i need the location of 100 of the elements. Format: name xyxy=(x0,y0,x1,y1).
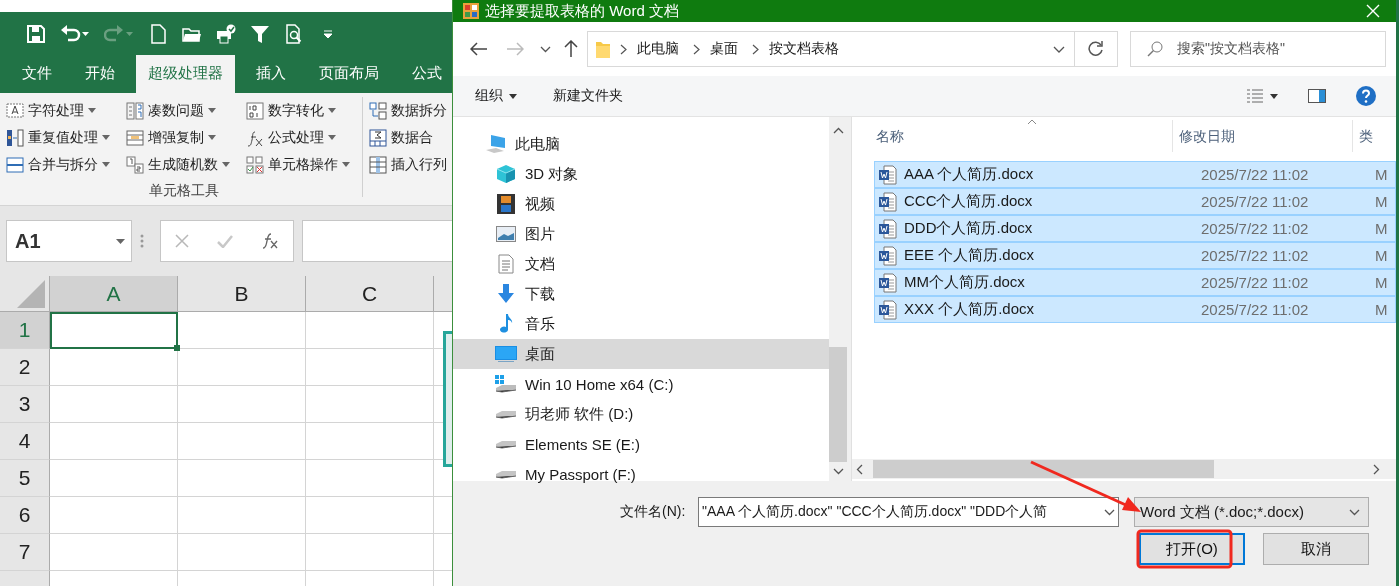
save-icon xyxy=(26,23,46,44)
nav-item[interactable]: 音乐 xyxy=(453,309,830,339)
organize-menu[interactable]: 组织 xyxy=(475,87,517,105)
row-header[interactable]: 1 xyxy=(0,312,50,349)
ribbon-tab[interactable]: 文件 xyxy=(10,55,64,93)
nav-item[interactable]: Win 10 Home x64 (C:) xyxy=(453,369,830,399)
sheet-cell[interactable] xyxy=(178,386,306,423)
file-row[interactable]: AAA 个人简历.docx 2025/7/22 11:02 M xyxy=(874,161,1396,188)
nav-item[interactable]: 3D 对象 xyxy=(453,159,830,189)
ribbon-button[interactable]: 公式处理 xyxy=(246,124,362,151)
formula-input[interactable] xyxy=(302,220,452,262)
sheet-cell[interactable] xyxy=(178,349,306,386)
open-button[interactable]: 打开(O) xyxy=(1139,533,1245,565)
row-header[interactable]: 2 xyxy=(0,349,50,386)
ribbon-tab[interactable]: 超级处理器 xyxy=(136,55,235,93)
row-header[interactable]: 3 xyxy=(0,386,50,423)
nav-item[interactable]: 玥老师 软件 (D:) xyxy=(453,399,830,429)
ribbon-button[interactable]: 插入行列 xyxy=(369,151,447,178)
name-box[interactable]: A1 xyxy=(6,220,132,262)
ribbon-button[interactable]: 增强复制 xyxy=(126,124,246,151)
new-file-icon xyxy=(148,23,168,44)
file-row[interactable]: MM个人简历.docx 2025/7/22 11:02 M xyxy=(874,269,1396,296)
ribbon-button[interactable]: 重复值处理 xyxy=(6,124,126,151)
ribbon-button[interactable]: 字符处理 xyxy=(6,97,126,124)
chevron-down-icon xyxy=(539,45,551,53)
breadcrumb-item[interactable]: 此电脑 xyxy=(637,40,679,58)
filter-button[interactable] xyxy=(250,23,270,44)
view-button[interactable] xyxy=(1246,89,1278,103)
row-header[interactable]: 7 xyxy=(0,534,50,571)
print-button[interactable] xyxy=(216,23,236,44)
sheet-cell[interactable] xyxy=(306,386,434,423)
scrollbar[interactable] xyxy=(852,459,1396,479)
cancel-button[interactable]: 取消 xyxy=(1263,533,1369,565)
sheet-cell[interactable] xyxy=(50,497,178,534)
nav-item[interactable]: Elements SE (E:) xyxy=(453,429,830,459)
nav-item[interactable]: 图片 xyxy=(453,219,830,249)
breadcrumb-item[interactable]: 桌面 xyxy=(710,40,738,58)
sheet-cell[interactable] xyxy=(306,423,434,460)
close-button[interactable] xyxy=(1366,4,1380,18)
file-row[interactable]: XXX 个人简历.docx 2025/7/22 11:02 M xyxy=(874,296,1396,323)
ribbon-button[interactable]: 数据拆分 xyxy=(369,97,447,124)
column-header[interactable]: A xyxy=(50,276,178,312)
active-cell[interactable] xyxy=(50,312,178,349)
sheet-cell[interactable] xyxy=(306,534,434,571)
nav-item[interactable]: 此电脑 xyxy=(453,129,830,159)
search-field[interactable]: 搜索"按文档表格" xyxy=(1130,31,1386,67)
sheet-cell[interactable] xyxy=(306,312,434,349)
ribbon-tab[interactable]: 插入 xyxy=(244,55,298,93)
new-file-button[interactable] xyxy=(148,23,168,44)
sheet-cell[interactable] xyxy=(306,497,434,534)
nav-item[interactable]: My Passport (F:) xyxy=(453,459,830,489)
sheet-cell[interactable] xyxy=(178,460,306,497)
sheet-cell[interactable] xyxy=(306,349,434,386)
row-header[interactable]: 4 xyxy=(0,423,50,460)
nav-item[interactable]: 文档 xyxy=(453,249,830,279)
ribbon-tab[interactable]: 页面布局 xyxy=(307,55,391,93)
undo-button[interactable] xyxy=(60,23,90,44)
ribbon-tab[interactable]: 公式 xyxy=(400,55,452,93)
ribbon-tab[interactable]: 开始 xyxy=(73,55,127,93)
ribbon-button[interactable]: 数据合 xyxy=(369,124,447,151)
sheet-cell[interactable] xyxy=(178,497,306,534)
help-button[interactable] xyxy=(1356,86,1376,106)
column-header[interactable]: 修改日期 xyxy=(1172,120,1352,152)
file-row[interactable]: DDD个人简历.docx 2025/7/22 11:02 M xyxy=(874,215,1396,242)
sheet-cell[interactable] xyxy=(178,423,306,460)
sheet-cell[interactable] xyxy=(178,534,306,571)
file-type-dropdown[interactable]: Word 文档 (*.doc;*.docx) xyxy=(1134,497,1369,527)
ribbon-button[interactable]: 生成随机数 xyxy=(126,151,246,178)
ribbon-button[interactable]: 数字转化 xyxy=(246,97,362,124)
nav-item[interactable]: 下载 xyxy=(453,279,830,309)
file-row[interactable]: CCC个人简历.docx 2025/7/22 11:02 M xyxy=(874,188,1396,215)
column-header[interactable]: C xyxy=(306,276,434,312)
nav-item[interactable]: 视频 xyxy=(453,189,830,219)
sheet-cell[interactable] xyxy=(178,312,306,349)
sheet-cell[interactable] xyxy=(50,460,178,497)
row-header[interactable]: 6 xyxy=(0,497,50,534)
column-header[interactable]: 类 xyxy=(1352,120,1379,152)
file-name-field[interactable]: "AAA 个人简历.docx" "CCC个人简历.docx" "DDD个人简 xyxy=(698,497,1119,527)
sheet-cell[interactable] xyxy=(50,349,178,386)
row-header[interactable]: 5 xyxy=(0,460,50,497)
preview-pane-button[interactable] xyxy=(1308,89,1326,103)
column-header[interactable]: 名称 xyxy=(852,120,1172,152)
nav-item[interactable]: 桌面 xyxy=(453,339,830,369)
address-bar[interactable]: 此电脑 桌面 按文档表格 xyxy=(587,31,1118,67)
function-icon xyxy=(261,233,279,249)
tool-icon xyxy=(369,155,387,174)
scrollbar[interactable] xyxy=(829,117,848,481)
ribbon-button[interactable]: 单元格操作 xyxy=(246,151,362,178)
sheet-cell[interactable] xyxy=(50,534,178,571)
breadcrumb-item[interactable]: 按文档表格 xyxy=(769,40,839,58)
sheet-cell[interactable] xyxy=(50,386,178,423)
ribbon-button[interactable]: 合并与拆分 xyxy=(6,151,126,178)
sheet-cell[interactable] xyxy=(50,423,178,460)
save-button[interactable] xyxy=(26,23,46,44)
file-row[interactable]: EEE 个人简历.docx 2025/7/22 11:02 M xyxy=(874,242,1396,269)
new-folder-button[interactable]: 新建文件夹 xyxy=(553,87,623,105)
ribbon-button[interactable]: 凑数问题 xyxy=(126,97,246,124)
print-preview-button[interactable] xyxy=(284,23,304,44)
column-header[interactable]: B xyxy=(178,276,306,312)
sheet-cell[interactable] xyxy=(306,460,434,497)
